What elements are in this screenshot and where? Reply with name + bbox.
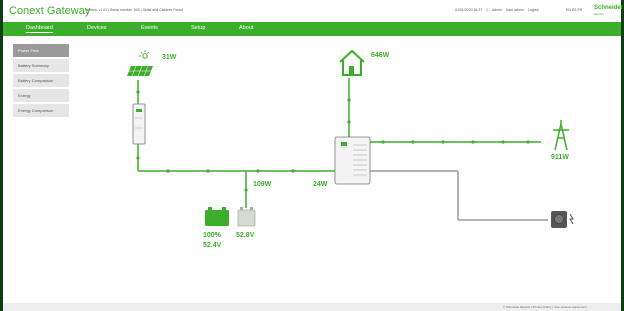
flow-dot <box>441 140 445 144</box>
battery-soc-label: 100% <box>203 232 221 239</box>
inverter-power-label: 24W <box>313 181 328 188</box>
flow-dot <box>166 169 170 173</box>
flow-dot <box>501 140 505 144</box>
flow-dot <box>136 90 140 94</box>
flow-dot <box>136 156 140 160</box>
flow-dot <box>381 140 385 144</box>
footer-links[interactable]: © Schneider Electric | Privacy Policy | … <box>503 305 587 309</box>
flow-dot <box>291 169 295 173</box>
load-power-label: 646W <box>371 52 390 59</box>
app-frame: Conext Gateway Version: v1.01 | Serial n… <box>3 0 623 311</box>
house-load-icon[interactable] <box>339 49 365 76</box>
flow-dot <box>206 169 210 173</box>
battery2-voltage-label: 52.8V <box>236 232 255 239</box>
pv-power-label: 31W <box>162 54 177 61</box>
grid-power-label: 911W <box>551 154 569 161</box>
generator-icon[interactable] <box>551 211 574 228</box>
battery-secondary-icon[interactable] <box>237 207 256 227</box>
power-flow-diagram <box>127 49 574 228</box>
flow-dot <box>411 140 415 144</box>
charge-controller-icon[interactable] <box>132 103 146 145</box>
inverter-icon[interactable] <box>334 136 371 185</box>
flow-dot <box>471 140 475 144</box>
footer: © Schneider Electric | Privacy Policy | … <box>3 303 621 311</box>
flow-dot <box>256 169 260 173</box>
flow-dot <box>526 140 530 144</box>
grid-tower-icon[interactable] <box>553 120 569 151</box>
battery-icon[interactable] <box>205 207 229 226</box>
flow-dots <box>136 90 530 192</box>
flow-dot <box>347 120 351 124</box>
battery-power-label: 109W <box>253 181 272 188</box>
battery-voltage-label: 52.4V <box>203 242 222 249</box>
solar-panel-icon[interactable] <box>127 50 153 77</box>
flow-dot <box>244 188 248 192</box>
flow-dot <box>347 98 351 102</box>
